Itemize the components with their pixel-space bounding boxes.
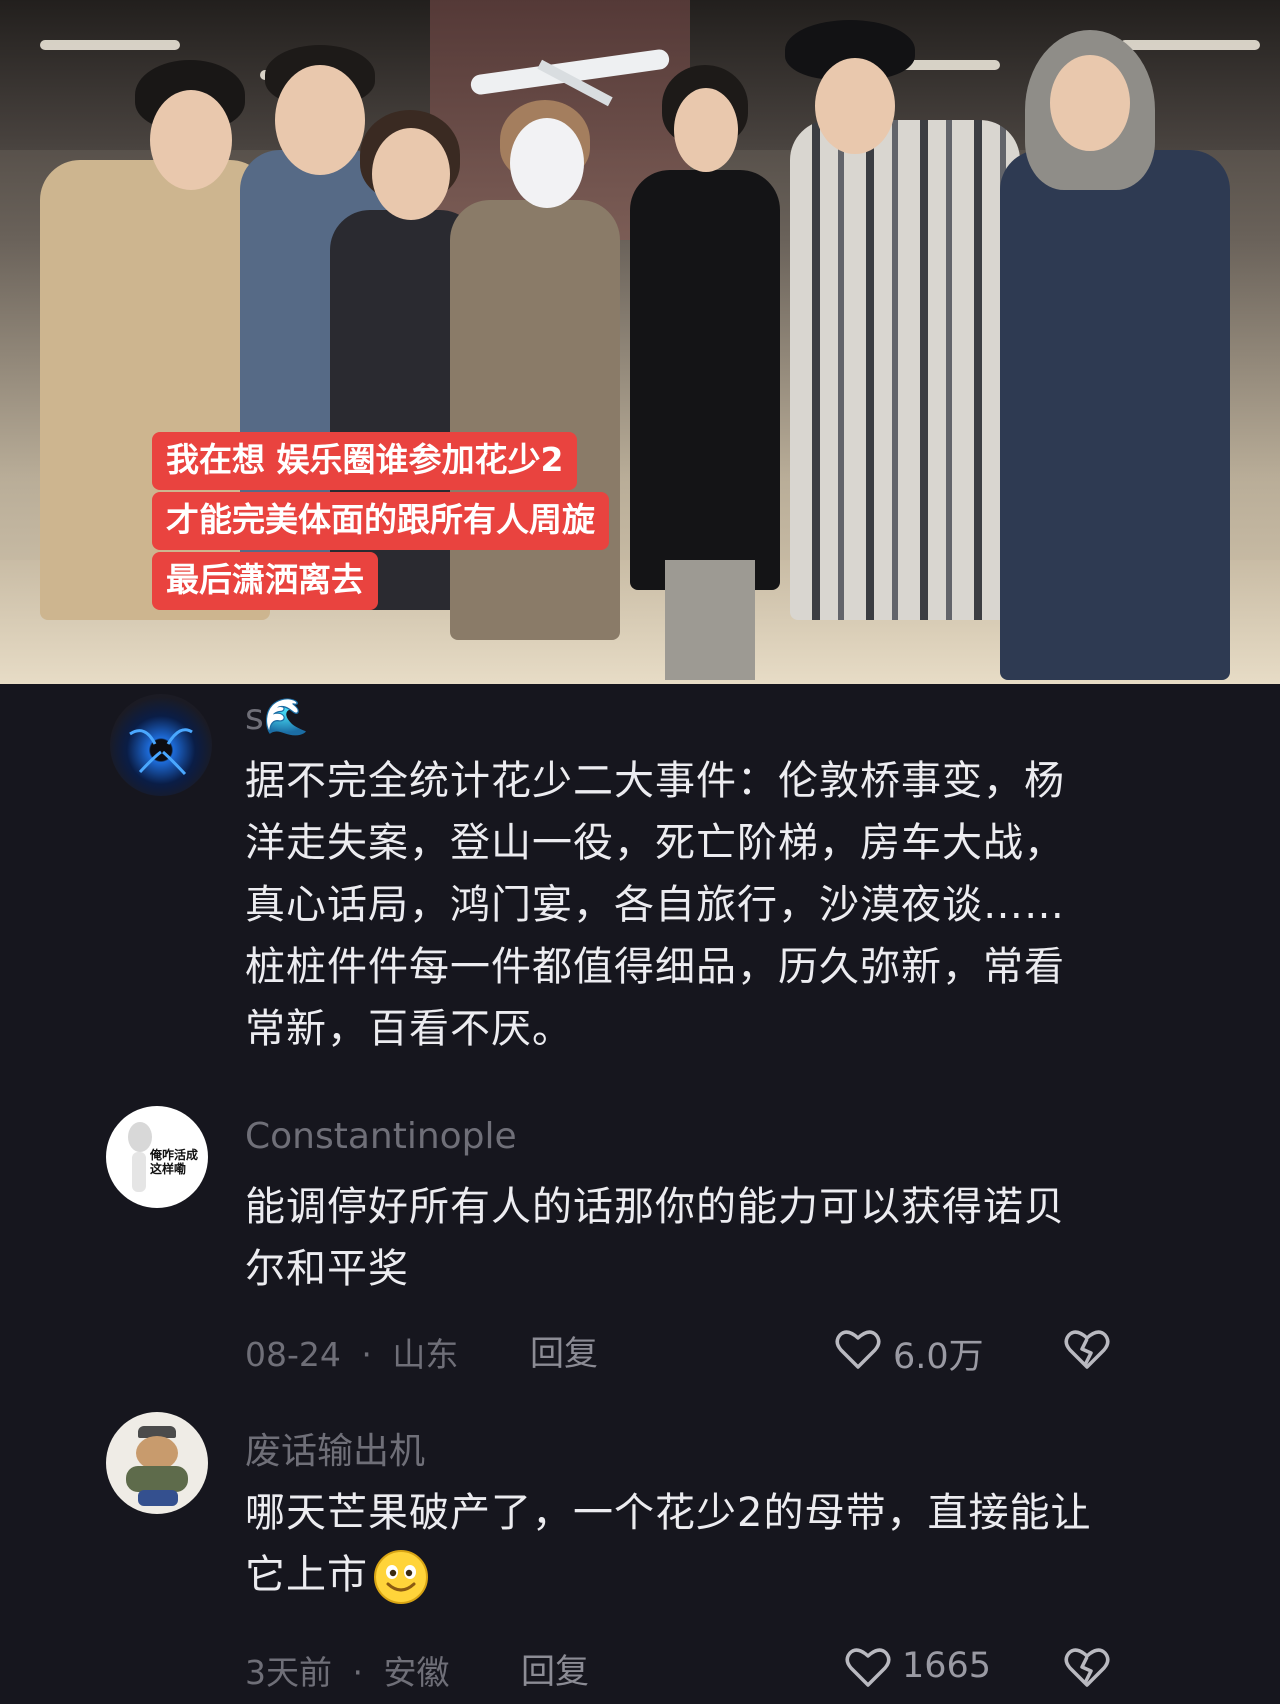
caption-line-3: 最后潇洒离去	[152, 552, 378, 610]
meta-separator: ·	[352, 1653, 364, 1692]
comment-meta: 08-24 · 山东	[245, 1328, 458, 1376]
grinning-face-emoji	[374, 1550, 428, 1604]
caption-line-2: 才能完美体面的跟所有人周旋	[152, 492, 609, 550]
like-count: 6.0万	[893, 1337, 984, 1377]
ceiling-light	[40, 40, 180, 50]
like-count: 1665	[902, 1646, 992, 1686]
meme-sticker-avatar[interactable]: 俺咋活成这样嘞	[106, 1106, 208, 1208]
comment-text: 能调停好所有人的话那你的能力可以获得诺贝尔和平奖	[245, 1184, 1065, 1292]
heart-icon[interactable]	[845, 1646, 891, 1688]
post-photo[interactable]: 我在想 娱乐圈谁参加花少2 才能完美体面的跟所有人周旋 最后潇洒离去	[0, 0, 1280, 684]
cartoon-cat-avatar[interactable]	[106, 1412, 208, 1514]
comment-date: 08-24	[245, 1335, 341, 1374]
glowing-blue-avatar[interactable]	[110, 694, 212, 796]
broken-heart-icon[interactable]	[1064, 1646, 1110, 1688]
avatar-sticker-text: 俺咋活成这样嘞	[150, 1148, 199, 1176]
comment-date: 3天前	[245, 1653, 332, 1692]
reply-button[interactable]: 回复	[521, 1644, 589, 1693]
comment-username[interactable]: Constantinople	[245, 1116, 517, 1157]
comment-text: 据不完全统计花少二大事件：伦敦桥事变，杨洋走失案，登山一役，死亡阶梯，房车大战，…	[245, 758, 1065, 1052]
comment-location: 安徽	[383, 1653, 450, 1692]
broken-heart-icon[interactable]	[1064, 1328, 1110, 1370]
comment-username[interactable]: 废话输出机	[245, 1422, 425, 1474]
ceiling-light	[1120, 40, 1260, 50]
ceiling-light	[900, 60, 1000, 70]
comment-meta: 3天前 · 安徽	[245, 1646, 450, 1694]
comment-text: 哪天芒果破产了，一个花少2的母带，直接能让它上市	[245, 1482, 1105, 1606]
heart-icon[interactable]	[835, 1328, 881, 1370]
reply-button[interactable]: 回复	[530, 1326, 598, 1375]
comment-username[interactable]: s🌊	[245, 696, 309, 738]
comment-location: 山东	[392, 1335, 459, 1374]
caption-line-1: 我在想 娱乐圈谁参加花少2	[152, 432, 578, 490]
meta-separator: ·	[361, 1335, 372, 1374]
